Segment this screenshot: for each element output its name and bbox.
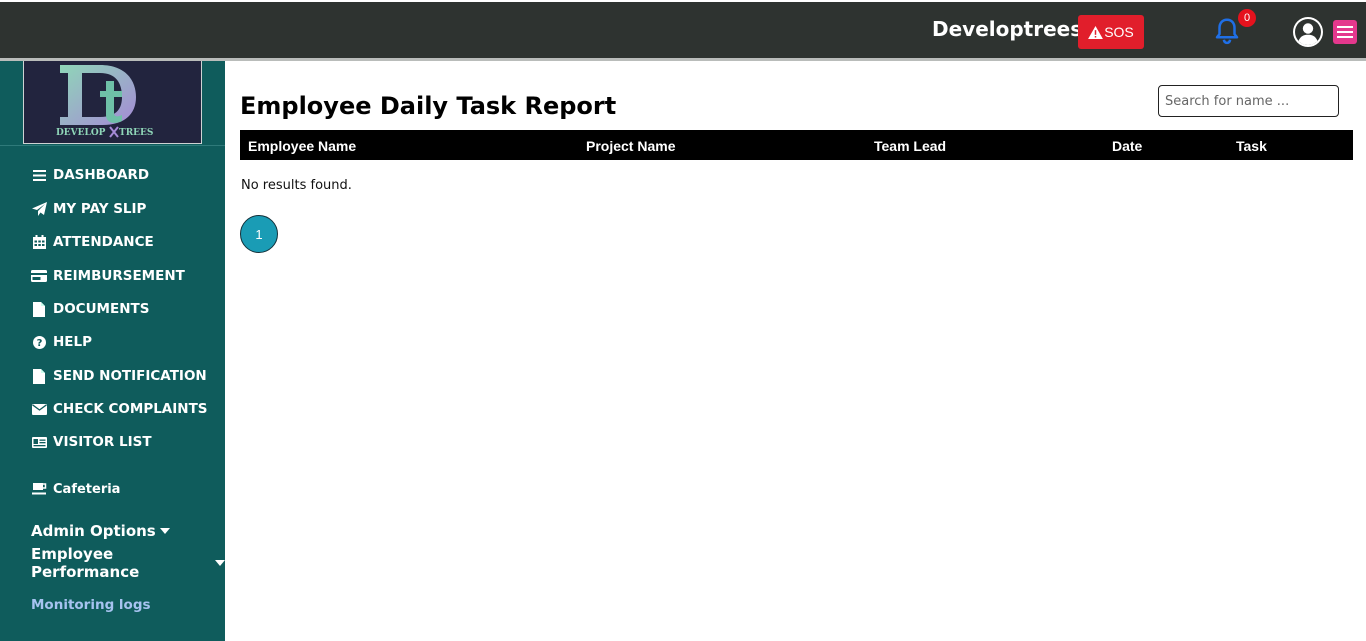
caret-down-icon — [215, 560, 225, 566]
sidebar-item-label: SEND NOTIFICATION — [53, 368, 207, 384]
sidebar-item-reimbursement[interactable]: REIMBURSEMENT — [31, 266, 185, 286]
file-icon — [31, 368, 47, 384]
svg-text:TREES: TREES — [119, 128, 153, 138]
warning-icon — [1088, 25, 1104, 39]
svg-text:?: ? — [36, 338, 42, 349]
admin-options-dropdown[interactable]: Admin Options — [31, 522, 170, 540]
user-avatar-icon[interactable] — [1292, 16, 1324, 48]
sos-button[interactable]: SOS — [1078, 15, 1144, 49]
sidebar-item-label: HELP — [53, 334, 93, 350]
sidebar-item-label: DASHBOARD — [53, 167, 150, 183]
search-input[interactable] — [1158, 85, 1339, 117]
table-header: Employee Name Project Name Team Lead Dat… — [240, 130, 1353, 160]
file-icon — [31, 301, 47, 317]
hamburger-menu-icon[interactable] — [1333, 20, 1357, 44]
calendar-icon — [31, 234, 47, 250]
notification-badge: 0 — [1238, 9, 1256, 27]
sidebar-item-label: ATTENDANCE — [53, 234, 154, 250]
logo-divider — [0, 145, 225, 146]
column-header-employee-name: Employee Name — [248, 138, 357, 154]
sidebar-item-label: VISITOR LIST — [53, 434, 152, 450]
sidebar-item-label: REIMBURSEMENT — [53, 268, 185, 284]
empty-state-message: No results found. — [241, 178, 352, 193]
sidebar-item-send-notification[interactable]: SEND NOTIFICATION — [31, 366, 207, 386]
credit-card-icon — [31, 268, 47, 284]
sidebar-item-label: DOCUMENTS — [53, 301, 150, 317]
logo-text: DEVELOP — [56, 128, 106, 138]
top-navbar: Developtrees SOS 0 — [0, 2, 1366, 61]
column-header-task: Task — [1236, 138, 1267, 154]
sidebar-item-label: MY PAY SLIP — [53, 201, 147, 217]
sidebar-item-dashboard[interactable]: DASHBOARD — [31, 165, 149, 185]
column-header-date: Date — [1112, 138, 1143, 154]
sidebar-item-label: CHECK COMPLAINTS — [53, 401, 208, 417]
column-header-project-name: Project Name — [586, 138, 676, 154]
sidebar-item-documents[interactable]: DOCUMENTS — [31, 299, 149, 319]
bars-icon — [31, 167, 47, 183]
employee-performance-dropdown[interactable]: Employee Performance — [31, 545, 225, 581]
sidebar-item-cafeteria[interactable]: Cafeteria — [31, 479, 120, 499]
monitoring-logs-link[interactable]: Monitoring logs — [31, 597, 151, 613]
logo-graphic: DEVELOP TREES — [56, 65, 153, 138]
question-circle-icon: ? — [31, 334, 47, 350]
sidebar-item-help[interactable]: ? HELP — [31, 332, 92, 352]
page-title: Employee Daily Task Report — [240, 92, 617, 120]
brand-name[interactable]: Developtrees — [932, 17, 1082, 41]
employee-performance-label: Employee Performance — [31, 545, 140, 581]
paper-plane-icon — [31, 201, 47, 217]
sidebar: DEVELOP TREES DASHBOARD MY PAY SLIP ATTE… — [0, 61, 225, 641]
column-header-team-lead: Team Lead — [874, 138, 947, 154]
company-logo[interactable]: DEVELOP TREES — [23, 61, 202, 144]
sidebar-item-visitor-list[interactable]: VISITOR LIST — [31, 432, 152, 452]
sidebar-item-label: Cafeteria — [53, 481, 121, 497]
pagination-page-1[interactable]: 1 — [240, 215, 278, 253]
sidebar-item-my-pay-slip[interactable]: MY PAY SLIP — [31, 199, 146, 219]
sidebar-item-check-complaints[interactable]: CHECK COMPLAINTS — [31, 399, 208, 419]
sos-label: SOS — [1104, 24, 1134, 40]
sidebar-item-attendance[interactable]: ATTENDANCE — [31, 232, 154, 252]
caret-down-icon — [159, 528, 170, 534]
admin-options-label: Admin Options — [31, 522, 156, 540]
id-card-icon — [31, 434, 47, 450]
envelope-icon — [31, 401, 47, 417]
coffee-icon — [31, 481, 47, 497]
